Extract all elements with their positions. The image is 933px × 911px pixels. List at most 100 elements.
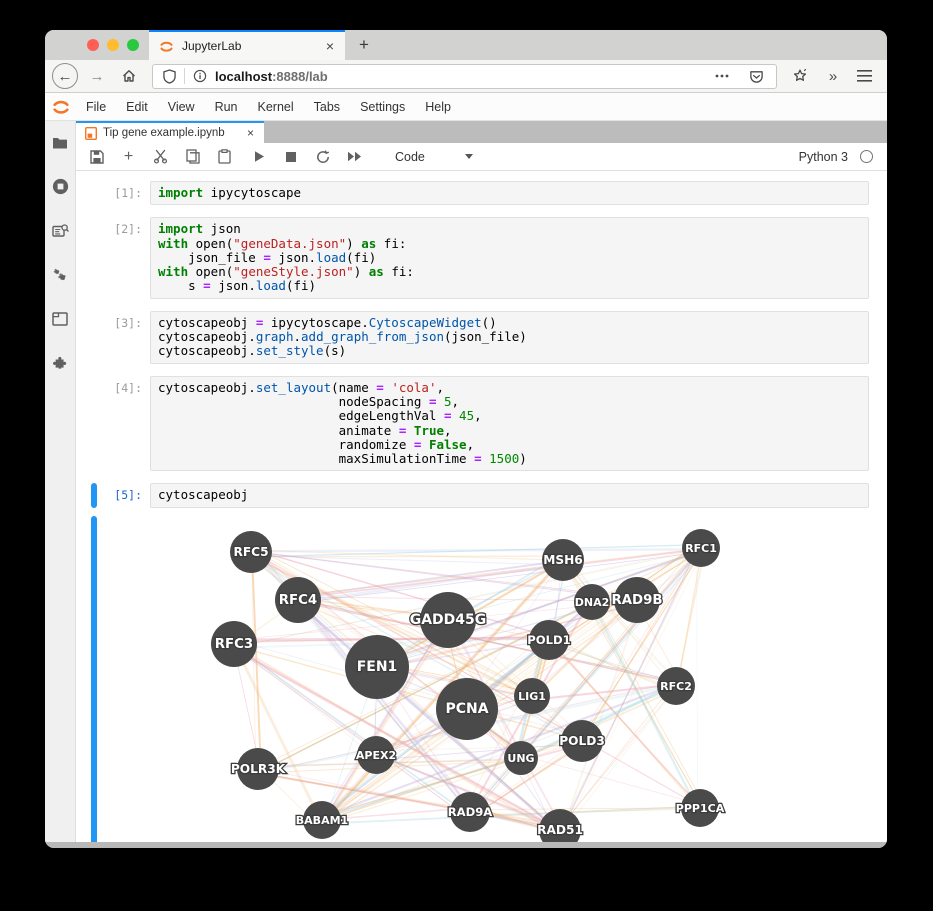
copy-cells-button[interactable] xyxy=(185,149,200,164)
property-inspector-icon[interactable] xyxy=(52,266,69,283)
zoom-window-button[interactable] xyxy=(127,39,139,51)
graph-node-RFC1[interactable]: RFC1 xyxy=(682,529,720,567)
kernel-status-icon[interactable] xyxy=(860,150,873,163)
run-cell-button[interactable] xyxy=(251,149,266,164)
cell-type-select[interactable]: Code xyxy=(395,150,473,164)
graph-node-MSH6[interactable]: MSH6 xyxy=(542,539,584,581)
cell-editor[interactable]: cytoscapeobj = ipycytoscape.CytoscapeWid… xyxy=(150,311,869,364)
graph-node-PCNA[interactable]: PCNA xyxy=(436,678,498,740)
graph-node-RFC5[interactable]: RFC5 xyxy=(230,531,272,573)
graph-node-LIG1[interactable]: LIG1 xyxy=(514,678,550,714)
active-cell-indicator xyxy=(91,516,97,842)
back-button[interactable]: ← xyxy=(52,63,78,89)
urlbar-divider xyxy=(184,68,185,84)
graph-node-RFC3[interactable]: RFC3 xyxy=(211,621,257,667)
url-host: localhost xyxy=(215,69,272,84)
run-all-button[interactable] xyxy=(347,149,362,164)
shield-icon[interactable] xyxy=(161,64,177,88)
minimize-window-button[interactable] xyxy=(107,39,119,51)
graph-node-PPP1CA[interactable]: PPP1CA xyxy=(676,789,725,827)
cell-editor[interactable]: import ipycytoscape xyxy=(150,181,869,205)
browser-tab-title: JupyterLab xyxy=(182,39,317,53)
notebook-toolbar: + xyxy=(76,143,887,171)
cell-prompt: [4]: xyxy=(76,376,150,472)
notebook-panel: [1]:import ipycytoscape[2]:import jsonwi… xyxy=(76,171,887,842)
graph-node-RFC2[interactable]: RFC2 xyxy=(657,667,695,705)
open-tabs-icon[interactable] xyxy=(52,310,69,327)
cell-prompt: [3]: xyxy=(76,311,150,364)
notebook-tab-close-icon[interactable]: × xyxy=(245,126,256,140)
site-info-icon[interactable] xyxy=(192,64,208,88)
notebook-tab-title: Tip gene example.ipynb xyxy=(103,127,239,139)
url-path: :8888/lab xyxy=(272,69,328,84)
interrupt-kernel-button[interactable] xyxy=(283,149,298,164)
running-kernels-icon[interactable] xyxy=(52,178,69,195)
folder-icon[interactable] xyxy=(52,134,69,151)
home-button[interactable] xyxy=(116,63,142,89)
menu-items: FileEditViewRunKernelTabsSettingsHelp xyxy=(76,93,461,121)
graph-node-POLR3K[interactable]: POLR3K xyxy=(231,748,286,790)
command-palette-icon[interactable] xyxy=(52,222,69,239)
hamburger-menu-icon[interactable] xyxy=(851,63,877,89)
cytoscape-graph[interactable]: RFC5 MSH6 RFC1 RFC4 DNA2RAD9B GADD45G RFC3 POLD… xyxy=(105,514,869,842)
cut-cells-button[interactable] xyxy=(153,149,168,164)
graph-node-label: LIG1 xyxy=(518,690,546,703)
overflow-menu-icon[interactable]: » xyxy=(819,63,845,89)
window-controls xyxy=(45,30,149,60)
graph-node-UNG[interactable]: UNG xyxy=(504,741,538,775)
library-icon[interactable] xyxy=(787,63,813,89)
graph-node-DNA2[interactable]: DNA2 xyxy=(574,584,610,620)
menu-item-edit[interactable]: Edit xyxy=(116,93,158,121)
menu-item-help[interactable]: Help xyxy=(415,93,461,121)
cell-output-area: RFC5 MSH6 RFC1 RFC4 DNA2RAD9B GADD45G RFC3 POLD… xyxy=(76,514,887,842)
new-tab-button[interactable]: + xyxy=(345,30,383,60)
code-cell-5: [5]:cytoscapeobj xyxy=(76,483,887,507)
cell-prompt: [2]: xyxy=(76,217,150,298)
url-bar[interactable]: localhost:8888/lab xyxy=(152,64,777,89)
graph-node-RFC4[interactable]: RFC4 xyxy=(275,577,321,623)
graph-node-label: RAD51 xyxy=(537,823,583,837)
browser-tab[interactable]: JupyterLab × xyxy=(149,30,345,60)
menu-item-settings[interactable]: Settings xyxy=(350,93,415,121)
paste-cells-button[interactable] xyxy=(217,149,232,164)
close-window-button[interactable] xyxy=(87,39,99,51)
cell-type-value: Code xyxy=(395,150,425,164)
graph-node-label: POLR3K xyxy=(231,762,286,776)
forward-button[interactable]: → xyxy=(84,63,110,89)
browser-tab-close-icon[interactable]: × xyxy=(324,38,336,54)
extension-manager-icon[interactable] xyxy=(52,354,69,371)
notebook-tab[interactable]: Tip gene example.ipynb × xyxy=(76,121,264,143)
menu-item-view[interactable]: View xyxy=(158,93,205,121)
graph-node-label: APEX2 xyxy=(356,749,396,762)
pocket-icon[interactable] xyxy=(744,64,768,88)
graph-node-label: POLD3 xyxy=(559,734,605,748)
cell-editor[interactable]: import jsonwith open("geneData.json") as… xyxy=(150,217,869,298)
add-cell-button[interactable]: + xyxy=(121,149,136,164)
notebook-tab-bar: Tip gene example.ipynb × xyxy=(76,121,887,143)
graph-node-label: RAD9B xyxy=(611,593,662,608)
browser-navbar: ← → localhost:8888/lab xyxy=(45,60,887,93)
cell-editor[interactable]: cytoscapeobj xyxy=(150,483,869,507)
graph-node-label: GADD45G xyxy=(410,612,487,628)
graph-node-FEN1[interactable]: FEN1 xyxy=(345,635,409,699)
cell-prompt: [5]: xyxy=(76,483,150,507)
page-actions-icon[interactable] xyxy=(710,64,734,88)
menu-item-tabs[interactable]: Tabs xyxy=(304,93,350,121)
graph-node-label: DNA2 xyxy=(575,596,610,609)
kernel-name[interactable]: Python 3 xyxy=(799,150,848,164)
save-button[interactable] xyxy=(89,149,104,164)
jupyterlab-menubar: FileEditViewRunKernelTabsSettingsHelp xyxy=(45,93,887,121)
graph-node-label: PPP1CA xyxy=(676,802,725,815)
restart-kernel-button[interactable] xyxy=(315,149,330,164)
url-text[interactable]: localhost:8888/lab xyxy=(215,69,703,84)
menu-item-run[interactable]: Run xyxy=(205,93,248,121)
code-cell-1: [1]:import ipycytoscape xyxy=(76,181,887,205)
graph-node-label: UNG xyxy=(507,752,534,765)
window-bottom-edge xyxy=(45,842,887,848)
cell-editor[interactable]: cytoscapeobj.set_layout(name = 'cola', n… xyxy=(150,376,869,472)
menu-item-file[interactable]: File xyxy=(76,93,116,121)
graph-node-label: POLD1 xyxy=(527,633,570,647)
cell-prompt: [1]: xyxy=(76,181,150,205)
graph-node-label: PCNA xyxy=(445,701,488,717)
menu-item-kernel[interactable]: Kernel xyxy=(248,93,304,121)
